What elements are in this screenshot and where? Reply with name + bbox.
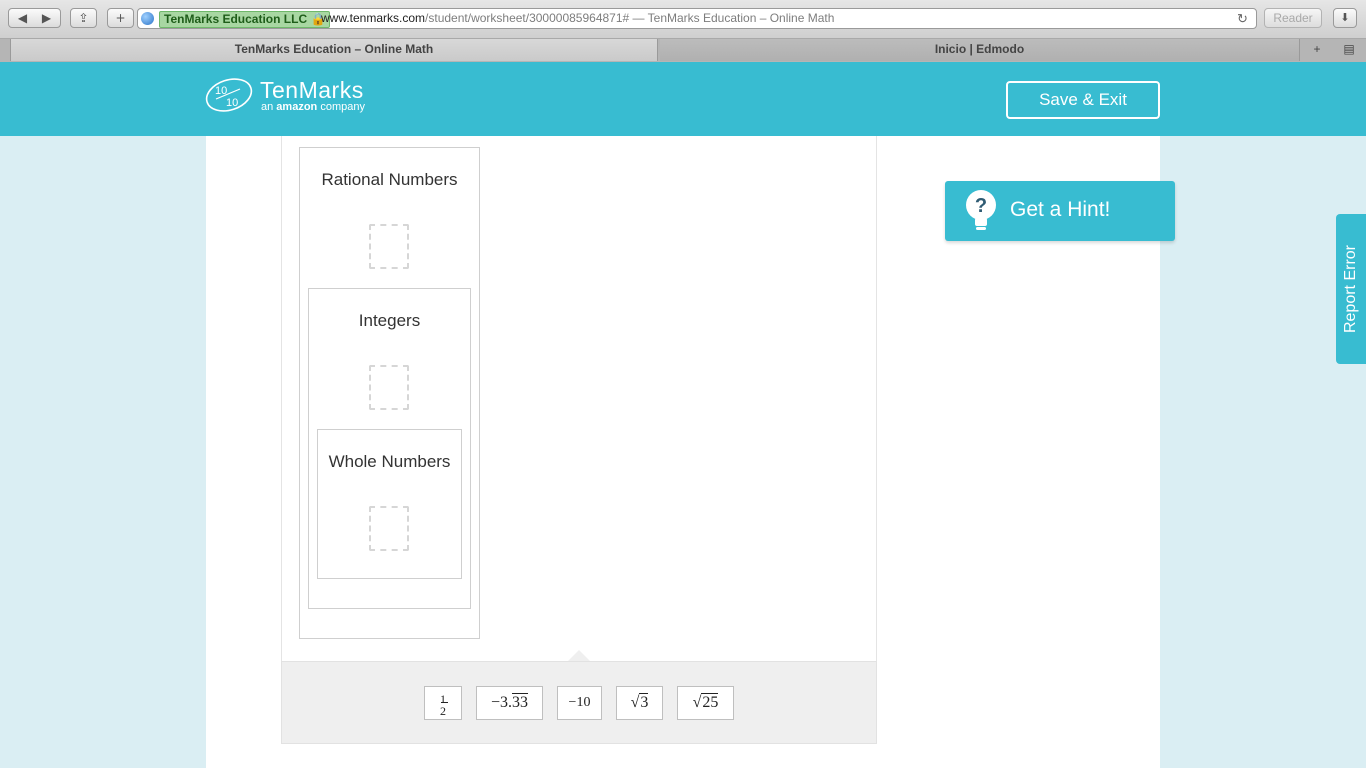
tile-negative-ten[interactable]: −10	[557, 686, 602, 720]
new-tab-button[interactable]: +	[107, 8, 134, 28]
tenmarks-logo-icon: 10 10	[205, 78, 253, 112]
drop-target[interactable]	[369, 365, 409, 410]
download-icon: ⬇	[1340, 12, 1350, 24]
tab-list-icon[interactable]: ▤	[1336, 39, 1362, 61]
logo-tagline: an amazon company	[261, 101, 365, 113]
forward-icon[interactable]: ▶	[35, 9, 59, 27]
logo-wordmark: TenMarks	[260, 77, 364, 103]
tab-tenmarks[interactable]: TenMarks Education – Online Math	[10, 39, 658, 61]
share-button[interactable]: ⇪	[70, 8, 97, 28]
tile-sqrt-25[interactable]: √25	[677, 686, 734, 720]
save-exit-button[interactable]: Save & Exit	[1006, 81, 1160, 119]
hint-label[interactable]: Get a Hint!	[1010, 198, 1110, 222]
back-forward-buttons[interactable]: ◀ ▶	[8, 8, 61, 28]
tile-sqrt-3[interactable]: √3	[616, 686, 663, 720]
tile-one-half[interactable]: 1 2	[424, 686, 462, 720]
tile-negative-repeating-decimal[interactable]: −3.33	[476, 686, 543, 720]
set-box-whole-numbers: Whole Numbers	[317, 429, 462, 579]
reader-button[interactable]: Reader	[1264, 8, 1322, 28]
set-title: Whole Numbers	[328, 452, 451, 471]
set-title: Rational Numbers	[321, 170, 458, 189]
plus-icon: +	[115, 11, 126, 25]
back-icon[interactable]: ◀	[11, 9, 35, 27]
address-bar[interactable]: TenMarks Education LLC 🔒 www.tenmarks.co…	[137, 8, 1257, 29]
tray-pointer	[568, 650, 590, 661]
svg-text:?: ?	[975, 195, 987, 217]
tab-bar: TenMarks Education – Online Math Inicio …	[0, 39, 1366, 63]
url-text: www.tenmarks.com/student/worksheet/30000…	[321, 11, 835, 25]
reload-icon[interactable]: ↻	[1237, 9, 1248, 28]
add-tab-icon[interactable]: +	[1306, 39, 1328, 61]
report-error-label[interactable]: Report Error	[1342, 245, 1360, 333]
globe-icon	[141, 12, 154, 25]
report-error-label-wrap[interactable]: Report Error	[1336, 214, 1366, 364]
set-title: Integers	[358, 311, 421, 330]
share-icon: ⇪	[78, 11, 89, 25]
svg-text:10: 10	[226, 97, 238, 109]
downloads-button[interactable]: ⬇	[1333, 8, 1357, 28]
drop-target[interactable]	[369, 506, 409, 551]
drop-target[interactable]	[369, 224, 409, 269]
lightbulb-question-icon[interactable]: ?	[964, 189, 998, 233]
ev-certificate-badge[interactable]: TenMarks Education LLC 🔒	[159, 11, 331, 28]
browser-toolbar: ◀ ▶ ⇪ + TenMarks Education LLC 🔒 www.tenm…	[0, 0, 1366, 39]
tab-edmodo[interactable]: Inicio | Edmodo	[660, 39, 1300, 61]
